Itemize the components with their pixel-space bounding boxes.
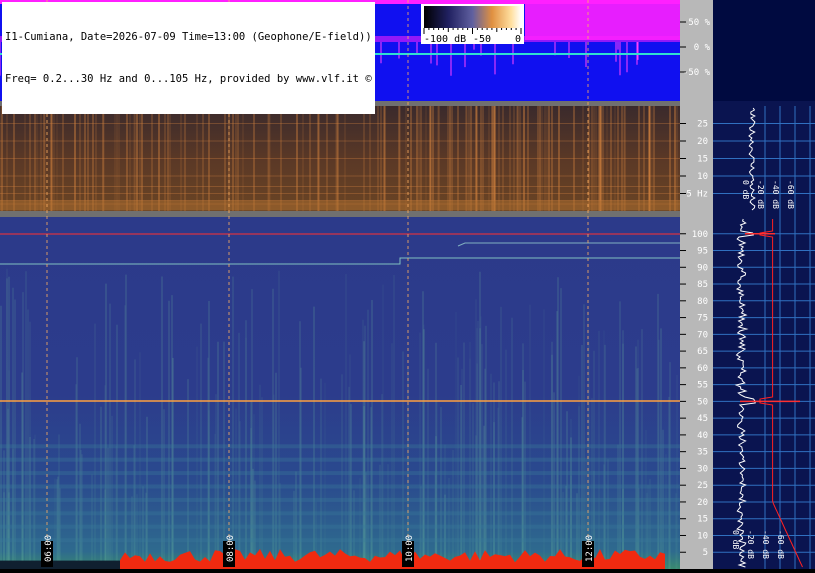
amplitude-tick-label: -50 % bbox=[683, 68, 711, 78]
low-freq-tick-label: 25 bbox=[697, 120, 708, 130]
high-freq-tick-label: 75 bbox=[697, 314, 708, 324]
colorbar-label-mid: -50 bbox=[473, 34, 491, 45]
high-freq-tick-label: 10 bbox=[697, 531, 708, 541]
low-band-dark-area bbox=[0, 560, 120, 569]
spectrum-db-label: -40 dB bbox=[761, 530, 770, 559]
colorbar-label-max: 0 bbox=[515, 34, 521, 45]
high-freq-tick-label: 85 bbox=[697, 280, 708, 290]
high-freq-tick-label: 5 bbox=[703, 548, 708, 558]
amplitude-trace-burst bbox=[525, 0, 680, 40]
low-freq-energy-band bbox=[0, 200, 680, 211]
high-freq-band bbox=[0, 457, 680, 462]
spectrum-db-label: 0 dB bbox=[731, 530, 740, 549]
low-freq-tick-label: 10 bbox=[697, 172, 708, 182]
high-freq-tick-label: 15 bbox=[697, 515, 708, 525]
high-freq-tick-label: 100 bbox=[692, 230, 708, 240]
high-freq-band bbox=[0, 471, 680, 476]
time-label: 10:00 bbox=[405, 535, 415, 562]
spectrum-db-label: -20 dB bbox=[746, 530, 755, 559]
high-freq-band bbox=[0, 511, 680, 516]
time-label: 12:00 bbox=[585, 535, 595, 562]
low-freq-tick-label: 15 bbox=[697, 155, 708, 165]
low-freq-tick-label: 20 bbox=[697, 137, 708, 147]
colorbar-label-min: -100 dB bbox=[424, 34, 466, 45]
high-freq-tick-label: 35 bbox=[697, 448, 708, 458]
high-freq-spectrogram bbox=[0, 217, 680, 569]
high-freq-band bbox=[0, 538, 680, 543]
high-freq-tick-label: 65 bbox=[697, 347, 708, 357]
high-freq-tick-label: 20 bbox=[697, 498, 708, 508]
spectrum-db-label: -60 dB bbox=[786, 180, 795, 209]
panel-separator bbox=[0, 211, 680, 217]
amplitude-tick-label: 0 % bbox=[694, 43, 711, 53]
spectrum-db-label: -40 dB bbox=[771, 180, 780, 209]
high-freq-tick-label: 90 bbox=[697, 263, 708, 273]
amplitude-tick-label: 50 % bbox=[688, 18, 710, 28]
time-label: 06:00 bbox=[44, 535, 54, 562]
high-freq-tick-label: 60 bbox=[697, 364, 708, 374]
high-freq-tick-label: 50 bbox=[697, 397, 708, 407]
high-freq-band bbox=[0, 484, 680, 489]
high-freq-tick-label: 70 bbox=[697, 330, 708, 340]
header-line-1: I1-Cumiana, Date=2026-07-09 Time=13:00 (… bbox=[5, 31, 372, 43]
high-freq-tick-label: 30 bbox=[697, 464, 708, 474]
high-freq-tick-label: 95 bbox=[697, 247, 708, 257]
low-freq-tick-label: 5 Hz bbox=[686, 190, 708, 200]
spectrum-db-label: -20 dB bbox=[756, 180, 765, 209]
header-line-2: Freq= 0.2...30 Hz and 0...105 Hz, provid… bbox=[5, 73, 372, 85]
spectrum-db-label: -60 dB bbox=[776, 530, 785, 559]
spectrogram-view: 50 % 0 % -50 % 25 20 15 10 5 Hz 100 95 90 85 80 75 70 6… bbox=[0, 0, 815, 569]
high-freq-tick-label: 45 bbox=[697, 414, 708, 424]
high-freq-band bbox=[0, 497, 680, 502]
high-freq-tick-label: 55 bbox=[697, 381, 708, 391]
high-freq-band bbox=[0, 444, 680, 449]
high-freq-tick-label: 80 bbox=[697, 297, 708, 307]
high-freq-tick-label: 40 bbox=[697, 431, 708, 441]
time-label: 08:00 bbox=[226, 535, 236, 562]
high-freq-band bbox=[0, 524, 680, 529]
high-freq-tick-label: 25 bbox=[697, 481, 708, 491]
header: I1-Cumiana, Date=2026-07-09 Time=13:00 (… bbox=[2, 2, 375, 114]
colorbar-gradient bbox=[424, 6, 521, 28]
spectrum-db-label: 0 dB bbox=[741, 180, 750, 199]
spectrum-panel-top bbox=[713, 0, 815, 101]
